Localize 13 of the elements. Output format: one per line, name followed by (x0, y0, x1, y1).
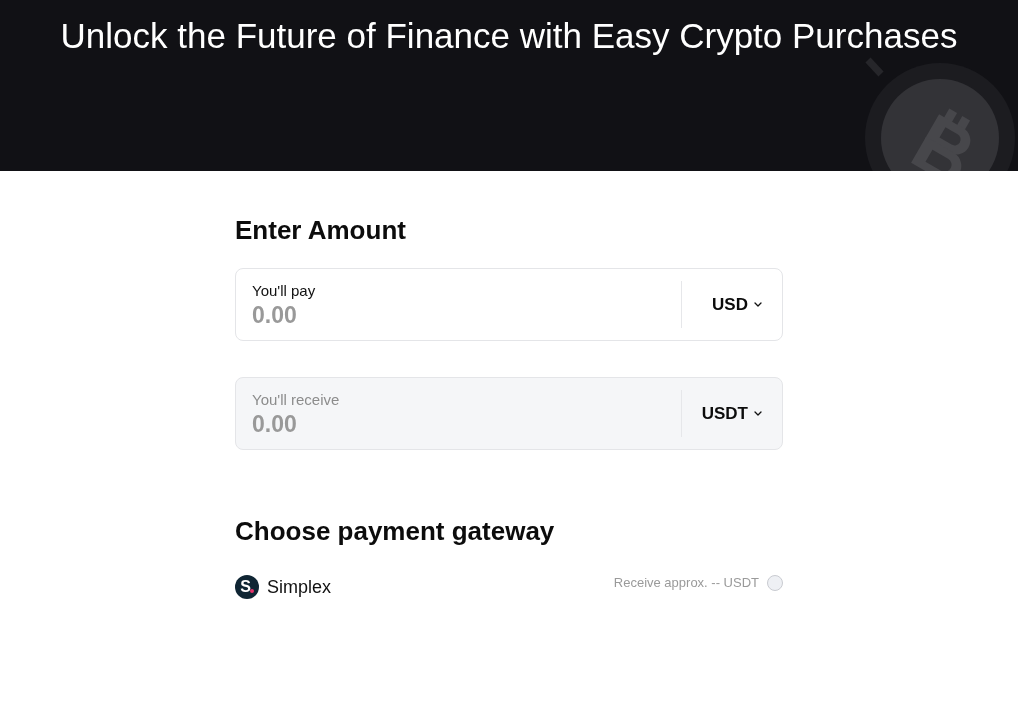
section-heading: Enter Amount (235, 214, 407, 247)
amount-field[interactable]: You'll pay 0.00 USD (235, 268, 783, 341)
field-label: You'll receive (252, 389, 340, 410)
simplex-logo: S (235, 575, 259, 599)
receive-estimate: Receive approx. -- USDT (613, 574, 759, 592)
chevron-down-icon (754, 411, 762, 416)
amount-input[interactable]: 0.00 (252, 300, 452, 329)
section-heading: Choose payment gateway (235, 515, 556, 548)
currency-select[interactable]: USD (682, 281, 782, 328)
chevron-down-icon (754, 302, 762, 307)
radio-button[interactable] (767, 575, 783, 591)
gateway-name: Simplex (267, 576, 332, 599)
field-label: You'll pay (252, 280, 316, 301)
